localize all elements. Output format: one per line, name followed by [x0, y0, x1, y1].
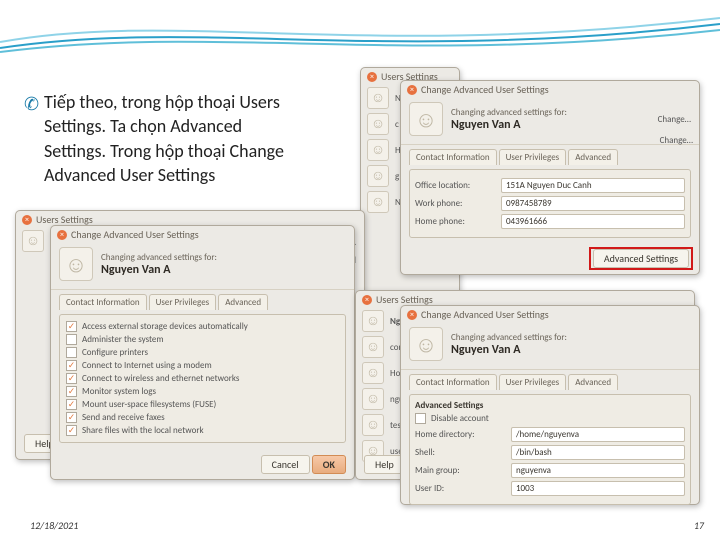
privilege-checkbox[interactable]: ✓	[66, 412, 77, 423]
tab-privileges[interactable]: User Privileges	[149, 294, 217, 310]
avatar-icon: ☺	[59, 247, 93, 281]
avatar-icon: ☺	[367, 165, 389, 187]
tab-contact[interactable]: Contact Information	[59, 294, 147, 310]
changing-for-label: Changing advanced settings for:	[451, 107, 567, 118]
avatar-icon: ☺	[367, 139, 389, 161]
disable-label: Disable account	[431, 413, 489, 424]
privilege-checkbox[interactable]: ✓	[66, 321, 77, 332]
uid-label: User ID:	[415, 483, 505, 494]
slide-page: 17	[694, 519, 704, 532]
privilege-label: Connect to wireless and ethernet network…	[82, 373, 239, 384]
tab-advanced[interactable]: Advanced	[568, 374, 618, 390]
privilege-checkbox[interactable]: ✓	[66, 386, 77, 397]
privilege-checkbox[interactable]	[66, 334, 77, 345]
change-advanced-contact: × Change Advanced User Settings ☺ Changin…	[400, 80, 700, 275]
uid-field[interactable]: 1003	[511, 481, 685, 496]
work-label: Work phone:	[415, 198, 495, 209]
group-field[interactable]: nguyenva	[511, 463, 685, 478]
avatar-icon: ☺	[362, 336, 384, 358]
tab-contact[interactable]: Contact Information	[409, 374, 497, 390]
disable-checkbox[interactable]	[415, 413, 426, 424]
change-advanced-advanced: × Change Advanced User Settings ☺ Changin…	[400, 305, 700, 505]
office-field[interactable]: 151A Nguyen Duc Canh	[501, 178, 685, 193]
tab-privileges[interactable]: User Privileges	[499, 374, 567, 390]
group-label: Main group:	[415, 465, 505, 476]
privilege-label: Send and receive faxes	[82, 412, 165, 423]
work-field[interactable]: 0987458789	[501, 196, 685, 211]
privilege-checkbox[interactable]: ✓	[66, 360, 77, 371]
close-icon[interactable]: ×	[22, 215, 32, 225]
cancel-button[interactable]: Cancel	[261, 455, 310, 474]
dialog-title: Change Advanced User Settings	[421, 83, 549, 96]
dialog-title: Change Advanced User Settings	[421, 308, 549, 321]
office-label: Office location:	[415, 180, 495, 191]
tab-contact[interactable]: Contact Information	[409, 149, 497, 165]
tab-advanced[interactable]: Advanced	[568, 149, 618, 165]
user-name: Nguyen Van A	[101, 263, 217, 277]
privilege-label: Connect to Internet using a modem	[82, 360, 212, 371]
home-field[interactable]: 043961666	[501, 214, 685, 229]
home-label: Home phone:	[415, 216, 495, 227]
privilege-checkbox[interactable]: ✓	[66, 425, 77, 436]
privilege-checkbox[interactable]: ✓	[66, 399, 77, 410]
advanced-heading: Advanced Settings	[415, 400, 685, 411]
close-icon[interactable]: ×	[57, 230, 67, 240]
shell-label: Shell:	[415, 447, 505, 458]
avatar-icon: ☺	[367, 87, 389, 109]
avatar-icon: ☺	[362, 388, 384, 410]
home-dir-field[interactable]: /home/nguyenva	[511, 427, 685, 442]
bullet-paragraph: ✆ Tiếp theo, trong hộp thoại Users Setti…	[26, 90, 296, 187]
privilege-label: Configure printers	[82, 347, 148, 358]
changing-for-label: Changing advanced settings for:	[451, 332, 567, 343]
help-button[interactable]: Help	[364, 455, 405, 474]
avatar-icon: ☺	[362, 310, 384, 332]
tab-privileges[interactable]: User Privileges	[499, 149, 567, 165]
avatar-icon: ☺	[409, 327, 443, 361]
privilege-label: Access external storage devices automati…	[82, 321, 248, 332]
avatar-icon: ☺	[362, 362, 384, 384]
change-link[interactable]: Change…	[658, 114, 691, 125]
privilege-label: Mount user-space filesystems (FUSE)	[82, 399, 216, 410]
change-advanced-privileges: × Change Advanced User Settings ☺ Changin…	[50, 225, 355, 480]
shell-field[interactable]: /bin/bash	[511, 445, 685, 460]
dialog-title: Change Advanced User Settings	[71, 228, 199, 241]
user-name: Nguyen Van A	[451, 343, 567, 357]
avatar-icon: ☺	[367, 191, 389, 213]
privilege-label: Share files with the local network	[82, 425, 204, 436]
advanced-settings-button[interactable]: Advanced Settings	[593, 249, 689, 268]
privilege-label: Administer the system	[82, 334, 164, 345]
tab-advanced[interactable]: Advanced	[218, 294, 268, 310]
close-icon[interactable]: ×	[407, 85, 417, 95]
bullet-icon: ✆	[24, 92, 39, 116]
slide-swoosh	[0, 0, 720, 60]
close-icon[interactable]: ×	[367, 72, 377, 82]
changing-for-label: Changing advanced settings for:	[101, 252, 217, 263]
privilege-checkbox[interactable]	[66, 347, 77, 358]
avatar-icon: ☺	[367, 113, 389, 135]
avatar-icon: ☺	[409, 102, 443, 136]
slide-date: 12/18/2021	[30, 519, 78, 532]
change-link[interactable]: Change…	[660, 135, 693, 146]
close-icon[interactable]: ×	[407, 310, 417, 320]
privilege-label: Monitor system logs	[82, 386, 156, 397]
privilege-checkbox[interactable]: ✓	[66, 373, 77, 384]
home-dir-label: Home directory:	[415, 429, 505, 440]
close-icon[interactable]: ×	[362, 295, 372, 305]
avatar-icon: ☺	[362, 414, 384, 436]
avatar-icon: ☺	[22, 230, 44, 252]
user-name: Nguyen Van A	[451, 118, 567, 132]
ok-button[interactable]: OK	[312, 455, 346, 474]
bullet-text: Tiếp theo, trong hộp thoại Users Setting…	[26, 90, 296, 187]
